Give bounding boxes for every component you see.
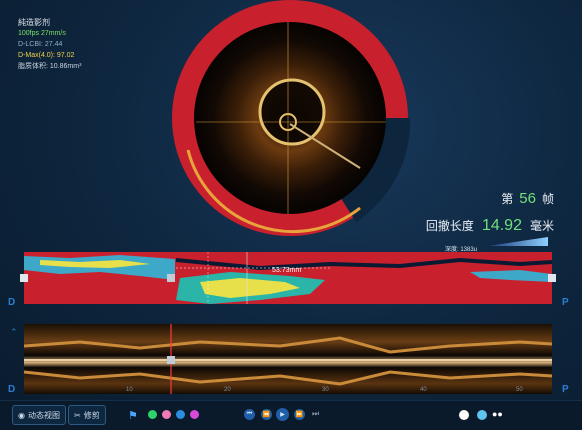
collapse-icon[interactable]: ⌃ (10, 327, 18, 338)
frame-handle-bottom[interactable] (167, 356, 175, 364)
pullback-unit: 毫米 (529, 219, 554, 233)
dual-view-icon[interactable]: ●● (492, 409, 503, 419)
proximal-label-top: P (562, 297, 569, 308)
view-mode-white[interactable] (459, 410, 469, 420)
frame-indicator: 第 56 帧 (501, 190, 554, 207)
tick-20: 20 (224, 387, 231, 393)
color-dot-green[interactable] (148, 410, 157, 419)
pullback-label: 回撤长度 (425, 219, 474, 233)
bottom-toolbar: ◉ 动态视图 ✂ 修剪 ⚑ ⏮ ⏪ ▶ ⏩ ⏭ ●● (0, 400, 582, 430)
left-bracket-handle[interactable] (20, 274, 28, 282)
tick-50: 50 (516, 387, 523, 393)
fast-forward-icon[interactable]: ⏩ (294, 409, 305, 420)
contrast-mode-label: 純造影剂 (18, 18, 50, 27)
distal-label-bottom: D (8, 384, 16, 395)
play-icon[interactable]: ▶ (276, 408, 289, 421)
tick-40: 40 (420, 387, 427, 393)
pullback-value: 14.92 (481, 217, 522, 234)
tick-labels: 10 20 30 40 50 (0, 387, 582, 397)
oct-viewer: 純造影剂 100fps 27mm/s D-LCBI: 27.44 D-Max(4… (0, 0, 582, 430)
pullback-length: 回撤长度 14.92 毫米 (426, 217, 554, 235)
dmax-readout: D-Max(4.0): 97.02 (18, 52, 75, 59)
skip-back-icon[interactable]: ⏮ (244, 409, 255, 420)
rewind-icon[interactable]: ⏪ (261, 409, 272, 420)
eye-icon: ◉ (18, 410, 25, 420)
color-dot-blue[interactable] (176, 410, 185, 419)
scissors-icon: ✂ (74, 410, 81, 420)
right-bracket-handle[interactable] (548, 274, 556, 282)
skip-forward-icon[interactable]: ⏭ (312, 409, 319, 419)
frame-number: 56 (519, 190, 536, 207)
fps-readout: 100fps 27mm/s (18, 30, 66, 37)
dynamic-view-label: 动态视图 (27, 410, 60, 420)
lipid-volume-readout: 脂质体积: 10.86mm³ (18, 63, 82, 70)
trim-button[interactable]: ✂ 修剪 (68, 405, 106, 425)
frame-handle-top[interactable] (167, 274, 175, 282)
measure-value: 53.73mm (272, 267, 301, 274)
view-mode-blue[interactable] (477, 410, 487, 420)
bookmark-icon[interactable]: ⚑ (128, 409, 138, 422)
trim-label: 修剪 (83, 410, 100, 420)
color-dot-magenta[interactable] (190, 410, 199, 419)
proximal-label-bottom: P (562, 384, 569, 395)
distal-label-top: D (8, 297, 16, 308)
lipid-map-view[interactable]: 53.73mm (0, 250, 582, 306)
dynamic-view-button[interactable]: ◉ 动态视图 (12, 405, 66, 425)
tick-30: 30 (322, 387, 329, 393)
dlcbi-readout: D-LCBI: 27.44 (18, 41, 63, 48)
lumen (258, 78, 326, 146)
frame-suffix: 帧 (541, 192, 554, 206)
measurement-overlay: 純造影剂 100fps 27mm/s D-LCBI: 27.44 D-Max(4… (18, 17, 81, 72)
tick-10: 10 (126, 387, 133, 393)
frame-prefix: 第 (501, 192, 514, 206)
color-dot-pink[interactable] (162, 410, 171, 419)
depth-color-bar (488, 237, 548, 246)
